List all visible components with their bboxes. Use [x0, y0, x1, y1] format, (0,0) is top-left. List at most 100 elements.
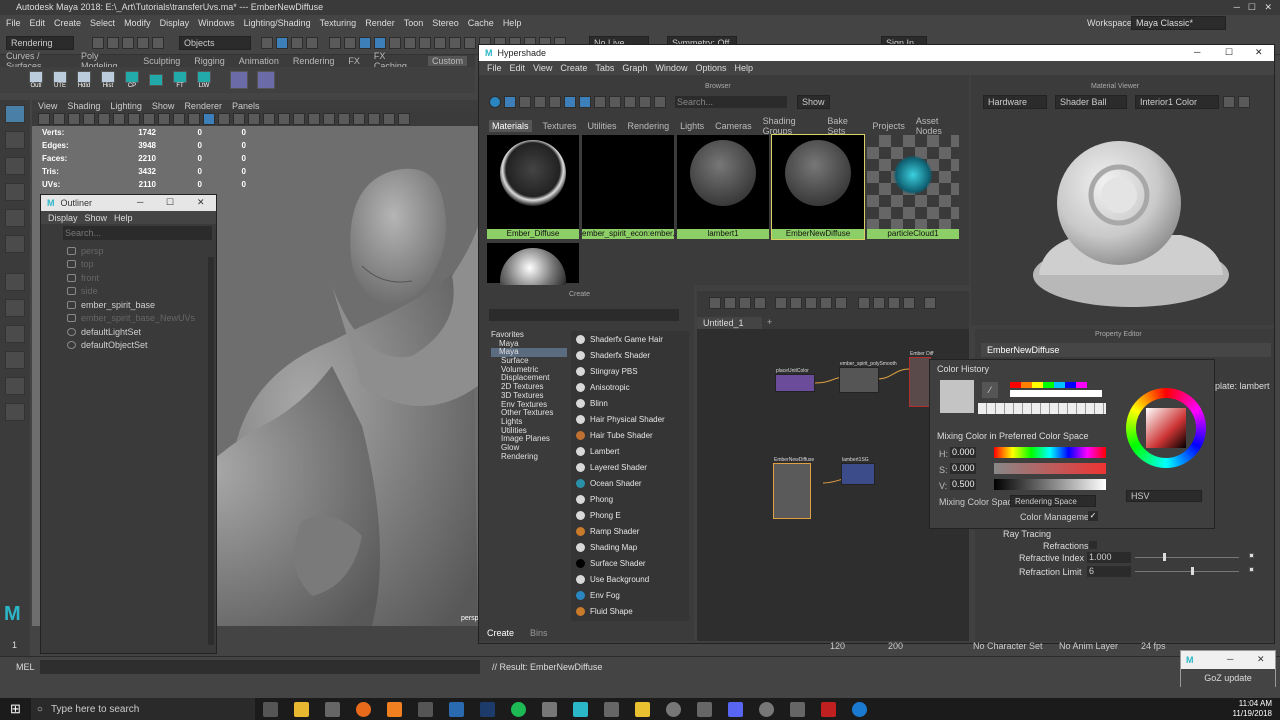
vp-menu-shading[interactable]: Shading [67, 101, 100, 111]
firefox-icon[interactable] [355, 701, 371, 717]
single-layout-icon[interactable] [5, 273, 25, 291]
hs-menu-options[interactable]: Options [695, 63, 726, 73]
tab-materials[interactable]: Materials [489, 120, 532, 132]
refraction-limit-slider[interactable] [1135, 571, 1239, 572]
map-button-icon[interactable] [1249, 567, 1254, 572]
menu-render[interactable]: Render [365, 18, 395, 28]
save-scene-icon[interactable] [122, 36, 134, 49]
node-item[interactable]: Use Background [571, 571, 689, 587]
tab-create[interactable]: Create [487, 628, 514, 638]
app-icon[interactable] [417, 701, 433, 717]
hs-menu-help[interactable]: Help [734, 63, 753, 73]
node-item[interactable]: Stingray PBS [571, 363, 689, 379]
discord-icon[interactable] [727, 701, 743, 717]
color-wheel[interactable] [1126, 388, 1206, 468]
motion-blur-icon[interactable] [308, 112, 320, 125]
app-icon[interactable] [696, 701, 712, 717]
film-gate-icon[interactable] [98, 112, 110, 125]
workspace-dropdown[interactable]: Maya Classic* [1131, 16, 1226, 30]
node-item[interactable]: Ramp Shader [571, 523, 689, 539]
eyedropper-icon[interactable]: ⁄ [982, 382, 998, 398]
graph-connected-icon[interactable] [873, 297, 885, 309]
tab-textures[interactable]: Textures [543, 121, 577, 131]
add-tab-icon[interactable]: + [767, 317, 772, 327]
outliner-menu-show[interactable]: Show [85, 213, 108, 223]
material-swatch[interactable]: particleCloud1 [867, 135, 959, 239]
mixing-space-dropdown[interactable]: Rendering Space [1010, 495, 1096, 507]
color-square[interactable] [1146, 408, 1186, 448]
wireframe-on-shaded-icon[interactable] [233, 112, 245, 125]
graph-node[interactable]: Ember Diff [909, 351, 934, 407]
node-item[interactable]: Blinn [571, 395, 689, 411]
tab-cameras[interactable]: Cameras [715, 121, 752, 131]
ao-icon[interactable] [293, 112, 305, 125]
snap-point-icon[interactable] [359, 36, 371, 49]
node-item[interactable]: Shaderfx Shader [571, 347, 689, 363]
checker-swatches[interactable] [978, 403, 1106, 414]
history-swatch[interactable] [1010, 382, 1021, 388]
menu-modify[interactable]: Modify [124, 18, 151, 28]
uv-layout-icon[interactable] [230, 71, 248, 89]
xray-active-icon[interactable] [398, 112, 410, 125]
menu-windows[interactable]: Windows [198, 18, 235, 28]
viewer-options-icon[interactable] [1238, 96, 1250, 108]
v-field[interactable]: 0.500 [950, 479, 976, 490]
browser-sort-time-icon[interactable] [609, 96, 621, 108]
outliner-item[interactable]: ember_spirit_base_NewUVs [41, 312, 216, 326]
s-field[interactable]: 0.000 [950, 463, 976, 474]
pause-icon[interactable] [1223, 96, 1235, 108]
vp-menu-show[interactable]: Show [152, 101, 175, 111]
browser-list-icon[interactable] [519, 96, 531, 108]
vp-menu-lighting[interactable]: Lighting [110, 101, 142, 111]
lock-icon[interactable] [306, 36, 318, 49]
snap-grid-icon[interactable] [329, 36, 341, 49]
outliner-item[interactable]: front [41, 271, 216, 285]
node-item[interactable]: Anisotropic [571, 379, 689, 395]
rotate-tool-icon[interactable] [5, 209, 25, 227]
outliner-menu-display[interactable]: Display [48, 213, 78, 223]
hue-slider[interactable] [994, 447, 1106, 458]
history-swatch[interactable] [1065, 382, 1076, 388]
hs-menu-edit[interactable]: Edit [510, 63, 526, 73]
graph-node[interactable]: ember_spirit_polySmooth [839, 361, 897, 393]
browser-refresh-icon[interactable] [639, 96, 651, 108]
menuset-dropdown[interactable]: Rendering [6, 35, 74, 50]
app-icon[interactable] [324, 701, 340, 717]
graph-layout-icon[interactable] [805, 297, 817, 309]
new-scene-icon[interactable] [92, 36, 104, 49]
node-item[interactable]: Shading Map [571, 539, 689, 555]
dof-icon[interactable] [338, 112, 350, 125]
persp-outliner-icon[interactable] [5, 377, 25, 395]
shelf-ute-button[interactable]: UTE [48, 71, 72, 89]
menu-help[interactable]: Help [503, 18, 522, 28]
windows-start-icon[interactable]: ⊞ [10, 701, 21, 717]
hs-menu-create[interactable]: Create [560, 63, 587, 73]
menu-stereo[interactable]: Stereo [432, 18, 459, 28]
bookmark-icon[interactable] [53, 112, 65, 125]
create-search-input[interactable] [489, 309, 679, 321]
hs-minimize-icon[interactable]: ─ [1194, 47, 1200, 57]
vp-menu-renderer[interactable]: Renderer [184, 101, 222, 111]
node-item[interactable]: Ocean Shader [571, 475, 689, 491]
xray-joints-icon[interactable] [383, 112, 395, 125]
outliner-minimize-icon[interactable]: ─ [137, 197, 143, 207]
outliner-scrollbar[interactable] [208, 257, 214, 645]
menu-cache[interactable]: Cache [468, 18, 494, 28]
character-set-dropdown[interactable]: No Character Set [973, 641, 1043, 651]
color-management-checkbox[interactable]: ✓ [1088, 511, 1098, 521]
menu-select[interactable]: Select [90, 18, 115, 28]
outliner-item[interactable]: side [41, 285, 216, 299]
outliner-layout-icon[interactable] [5, 325, 25, 343]
node-item[interactable]: Surface Shader [571, 555, 689, 571]
history-swatch[interactable] [1076, 382, 1087, 388]
open-scene-icon[interactable] [107, 36, 119, 49]
shelf-tab-sculpt[interactable]: Sculpting [143, 56, 180, 66]
lights-icon[interactable] [263, 112, 275, 125]
browser-medium-icon[interactable] [549, 96, 561, 108]
default-material-icon[interactable] [218, 112, 230, 125]
file-explorer-icon[interactable] [293, 701, 309, 717]
white-swatch-row[interactable] [1010, 390, 1102, 397]
close-icon[interactable]: ✕ [1264, 0, 1272, 15]
graph-node-selected[interactable]: EmberNewDiffuse [773, 457, 814, 519]
resolution-gate-icon[interactable] [113, 112, 125, 125]
